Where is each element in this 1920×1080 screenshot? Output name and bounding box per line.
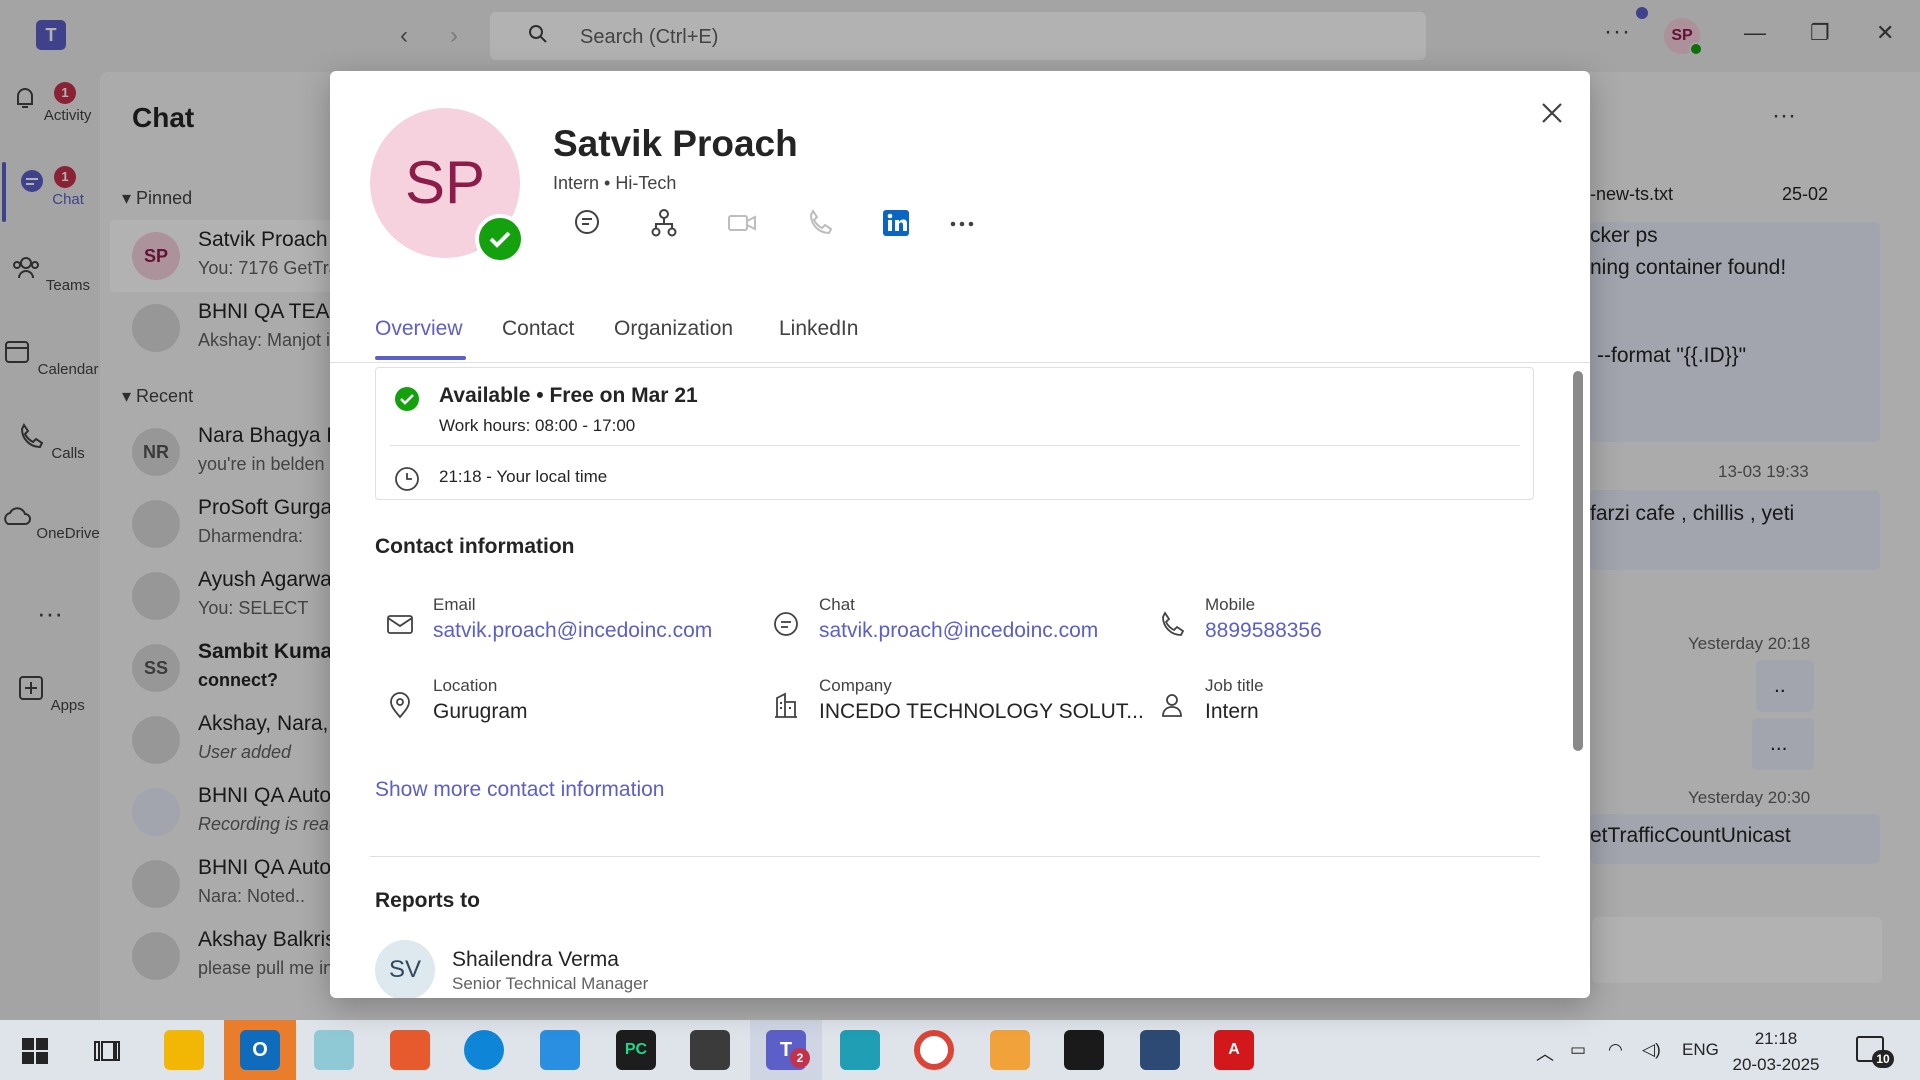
clock-date: 20-03-2025 [1732, 1055, 1820, 1074]
phone-icon [1162, 611, 1185, 636]
wifi-icon[interactable]: ◠ [1608, 1040, 1623, 1060]
job-title-value: Intern [1205, 700, 1259, 723]
clock-time: 21:18 [1754, 1029, 1798, 1048]
mail-icon [387, 615, 413, 634]
contact-chat: Chat satvik.proach@incedoinc.com [771, 595, 1151, 655]
teams-badge: 2 [790, 1048, 810, 1068]
audio-call-icon[interactable] [803, 206, 837, 240]
divider [370, 856, 1540, 857]
contact-company: Company INCEDO TECHNOLOGY SOLUT... [771, 676, 1151, 736]
app-icon[interactable] [1140, 1030, 1180, 1070]
contact-mobile: Mobile 8899588356 [1157, 595, 1537, 655]
notification-center-icon[interactable]: 10 [1856, 1036, 1894, 1068]
close-icon[interactable] [1538, 99, 1566, 127]
pycharm-icon[interactable]: PC [616, 1030, 656, 1070]
teams-taskbar-button[interactable]: T 2 [750, 1020, 822, 1080]
available-check-icon [395, 387, 419, 411]
app-icon[interactable] [314, 1030, 354, 1070]
availability-status: Available • Free on Mar 21 [439, 384, 698, 407]
local-time: 21:18 - Your local time [439, 467, 608, 486]
company-value: INCEDO TECHNOLOGY SOLUT... [819, 700, 1144, 723]
notification-count: 10 [1872, 1050, 1894, 1068]
manager-title: Senior Technical Manager [452, 974, 649, 993]
system-clock[interactable]: 21:18 20-03-2025 [1732, 1026, 1820, 1078]
mobile-label: Mobile [1205, 595, 1256, 614]
edge-icon[interactable] [464, 1030, 504, 1070]
profile-tabs: Overview Contact Organization LinkedIn [330, 311, 1590, 363]
mobile-link[interactable]: 8899588356 [1205, 619, 1322, 643]
manager-avatar[interactable]: SV [375, 940, 435, 998]
file-explorer-icon[interactable] [164, 1030, 204, 1070]
divider [390, 445, 1520, 446]
building-icon [775, 692, 797, 718]
terminal-icon[interactable] [1064, 1030, 1104, 1070]
outlook-icon: O [240, 1030, 280, 1070]
outlook-taskbar-button[interactable]: O [224, 1020, 296, 1080]
photos-icon[interactable] [540, 1030, 580, 1070]
manager-name[interactable]: Shailendra Verma [452, 948, 619, 972]
contact-job-title: Job title Intern [1157, 676, 1537, 736]
tab-linkedin[interactable]: LinkedIn [779, 317, 858, 341]
tray-overflow-icon[interactable]: ︿ [1536, 1040, 1554, 1066]
chat-icon[interactable] [570, 206, 604, 240]
tab-contact[interactable]: Contact [502, 317, 574, 341]
chat-icon [774, 612, 798, 636]
availability-card: Available • Free on Mar 21 Work hours: 0… [375, 367, 1534, 500]
location-label: Location [433, 676, 498, 695]
linkedin-icon[interactable] [879, 206, 913, 240]
more-actions-icon[interactable] [945, 206, 979, 240]
profile-name: Satvik Proach [553, 123, 798, 164]
app-icon[interactable] [990, 1030, 1030, 1070]
email-label: Email [433, 595, 476, 614]
battery-icon[interactable]: ▭ [1570, 1040, 1586, 1060]
snipping-tool-icon[interactable] [690, 1030, 730, 1070]
person-icon [1162, 694, 1182, 717]
org-chart-icon[interactable] [647, 206, 681, 240]
contact-email: Email satvik.proach@incedoinc.com [385, 595, 765, 655]
chrome-icon[interactable] [914, 1030, 954, 1070]
scrollbar[interactable] [1573, 371, 1583, 751]
contact-location: Location Gurugram [385, 676, 765, 736]
postman-icon[interactable] [390, 1030, 430, 1070]
chat-link[interactable]: satvik.proach@incedoinc.com [819, 619, 1098, 643]
chat-label: Chat [819, 595, 855, 614]
email-link[interactable]: satvik.proach@incedoinc.com [433, 619, 712, 643]
volume-icon[interactable]: ◁) [1642, 1040, 1661, 1060]
reports-to-heading: Reports to [375, 889, 480, 912]
clock-icon [395, 467, 419, 491]
location-value: Gurugram [433, 700, 528, 723]
profile-card-dialog: SP Satvik Proach Intern • Hi-Tech Overvi… [330, 71, 1590, 998]
location-pin-icon [390, 692, 410, 719]
windows-taskbar: O PC T 2 A ︿ ▭ ◠ ◁) ENG 21:18 20-03-2025… [0, 1020, 1920, 1080]
profile-subtitle: Intern • Hi-Tech [553, 173, 677, 193]
tab-organization[interactable]: Organization [614, 317, 733, 341]
company-label: Company [819, 676, 892, 695]
active-tab-indicator [375, 356, 466, 360]
language-indicator[interactable]: ENG [1682, 1040, 1719, 1060]
video-call-icon[interactable] [725, 206, 759, 240]
tab-overview[interactable]: Overview [375, 317, 463, 341]
show-more-contact-link[interactable]: Show more contact information [375, 778, 664, 802]
contact-info-heading: Contact information [375, 535, 575, 558]
presence-available-icon [475, 214, 525, 264]
task-view-icon[interactable] [94, 1038, 120, 1064]
windows-start-icon[interactable] [22, 1038, 48, 1064]
job-title-label: Job title [1205, 676, 1264, 695]
app-icon[interactable] [840, 1030, 880, 1070]
work-hours: Work hours: 08:00 - 17:00 [439, 416, 636, 435]
acrobat-icon[interactable]: A [1214, 1030, 1254, 1070]
